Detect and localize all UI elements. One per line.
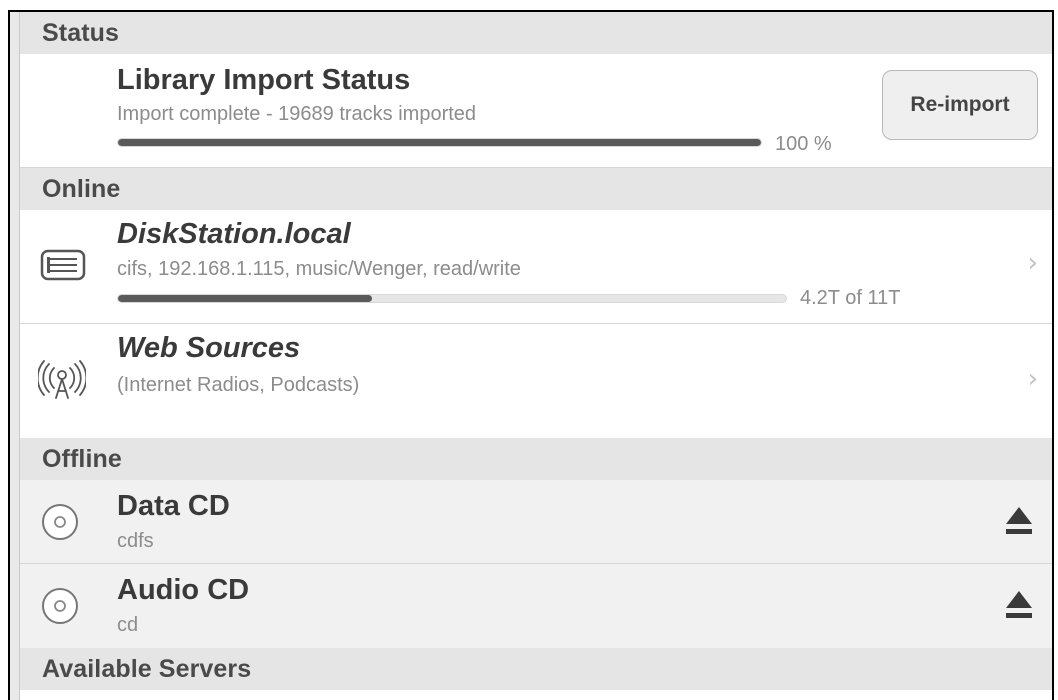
- library-import-title: Library Import Status: [117, 64, 411, 96]
- audio-cd-row[interactable]: Audio CD cd: [20, 564, 1052, 648]
- import-progress-fill: [118, 139, 761, 146]
- disk-usage-fill: [118, 295, 372, 302]
- antenna-icon: [36, 360, 88, 405]
- data-cd-subtitle: cdfs: [117, 530, 154, 552]
- audio-cd-title: Audio CD: [117, 574, 250, 606]
- web-sources-subtitle: (Internet Radios, Podcasts): [117, 374, 360, 396]
- disk-usage-bar: [117, 294, 787, 303]
- diskstation-subtitle: cifs, 192.168.1.115, music/Wenger, read/…: [117, 258, 521, 280]
- reimport-button[interactable]: Re-import: [882, 70, 1038, 140]
- section-header-available-servers: Available Servers: [20, 648, 1052, 690]
- audio-cd-subtitle: cd: [117, 614, 139, 636]
- import-progress-bar: [117, 138, 762, 147]
- server-icon: [40, 248, 86, 287]
- data-cd-title: Data CD: [117, 490, 230, 522]
- library-import-subtitle: Import complete - 19689 tracks imported: [117, 103, 477, 125]
- sources-list: Status Library Import Status Import comp…: [20, 12, 1052, 700]
- data-cd-row[interactable]: Data CD cdfs: [20, 480, 1052, 564]
- library-import-row: Library Import Status Import complete - …: [20, 54, 1052, 168]
- section-header-offline: Offline: [20, 438, 1052, 480]
- disc-icon: [40, 502, 80, 547]
- disc-icon: [40, 586, 80, 631]
- section-header-status: Status: [20, 12, 1052, 54]
- left-gutter: [10, 12, 20, 700]
- web-sources-title: Web Sources: [117, 332, 301, 364]
- diskstation-row[interactable]: DiskStation.local cifs, 192.168.1.115, m…: [20, 210, 1052, 324]
- eject-icon[interactable]: [1004, 588, 1034, 625]
- web-sources-row[interactable]: Web Sources (Internet Radios, Podcasts) …: [20, 324, 1052, 438]
- section-header-online: Online: [20, 168, 1052, 210]
- settings-panel: Status Library Import Status Import comp…: [8, 10, 1054, 700]
- import-progress-label: 100 %: [775, 133, 832, 155]
- chevron-right-icon: ›: [1027, 364, 1038, 394]
- disk-usage-label: 4.2T of 11T: [800, 287, 901, 309]
- chevron-right-icon: ›: [1027, 248, 1038, 278]
- diskstation-title: DiskStation.local: [117, 218, 351, 250]
- eject-icon[interactable]: [1004, 504, 1034, 541]
